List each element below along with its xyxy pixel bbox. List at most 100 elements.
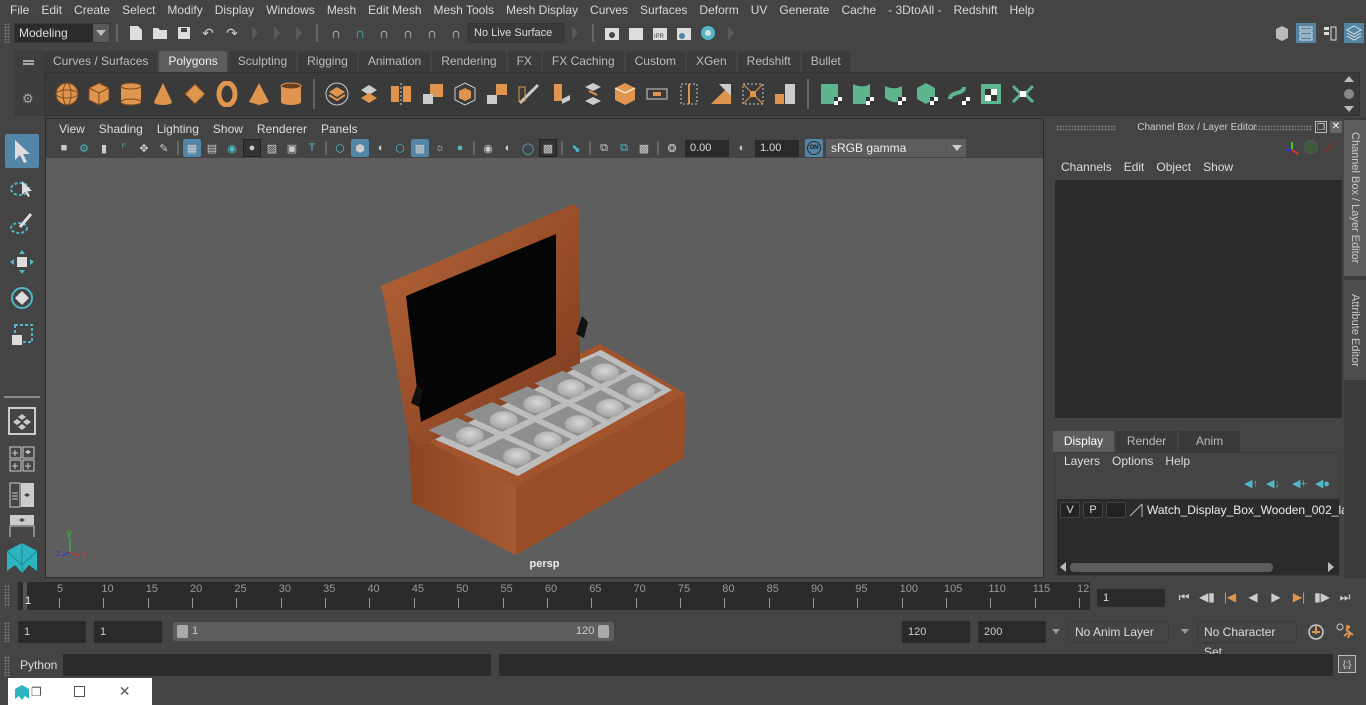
new-layer-from-selected-icon[interactable]: ◀● (1315, 477, 1330, 490)
side-tab-channel-box[interactable]: Channel Box / Layer Editor (1344, 120, 1366, 276)
automatic-mapping-icon[interactable] (913, 80, 941, 108)
scroll-thumb[interactable] (1344, 89, 1354, 99)
textured-icon[interactable]: ▩ (411, 139, 429, 157)
viewport-menu-renderer[interactable]: Renderer (250, 122, 314, 136)
scale-tool[interactable] (5, 318, 39, 352)
redo-icon[interactable]: ↷ (222, 23, 242, 43)
menu-mesh[interactable]: Mesh (321, 0, 362, 20)
rotate-tool[interactable] (5, 281, 39, 315)
extrude-icon[interactable] (547, 80, 575, 108)
time-slider[interactable]: 1 5 10 15 20 25 30 35 40 45 50 55 60 65 70 75 80 85 90 95 1… (18, 582, 1090, 610)
speed-icon[interactable] (1304, 140, 1318, 154)
shelf-tab-polygons[interactable]: Polygons (159, 51, 227, 72)
camera-attributes-icon[interactable]: ⚙ (75, 139, 93, 157)
menu-curves[interactable]: Curves (584, 0, 634, 20)
xray-joints-icon[interactable]: ⧉ (615, 139, 633, 157)
render-view-icon[interactable] (602, 23, 622, 43)
hypershade-icon[interactable] (698, 23, 718, 43)
live-surface-field[interactable]: No Live Surface (468, 23, 564, 43)
cylindrical-mapping-icon[interactable] (881, 80, 909, 108)
snap-grid-icon[interactable]: ∩ (326, 23, 346, 43)
modeling-toolkit-icon[interactable] (1272, 23, 1292, 43)
single-perspective-layout-icon[interactable] (5, 404, 39, 438)
new-layer-icon[interactable]: ◀+ (1292, 477, 1307, 490)
animation-start-field[interactable]: 1 (18, 621, 86, 643)
shelf-tab-bullet[interactable]: Bullet (801, 51, 850, 72)
channel-box-toggle-icon[interactable] (1344, 23, 1364, 43)
move-layer-up-icon[interactable]: ◀↑ (1244, 477, 1258, 490)
menu-mesh-display[interactable]: Mesh Display (500, 0, 584, 20)
range-start-handle[interactable] (177, 625, 188, 638)
animation-preferences-icon[interactable] (1334, 621, 1356, 643)
viewport-3d-scene[interactable] (46, 158, 1043, 577)
lasso-tool[interactable] (5, 171, 39, 205)
poly-cone-icon[interactable] (149, 80, 177, 108)
save-scene-icon[interactable] (174, 23, 194, 43)
snap-view-icon[interactable]: ∩ (398, 23, 418, 43)
screen-space-ao-icon[interactable]: ◉ (479, 139, 497, 157)
gate-mask-icon[interactable]: ● (243, 139, 261, 157)
viewport-menu-view[interactable]: View (52, 122, 92, 136)
shelf-tab-fx[interactable]: FX (507, 51, 541, 72)
separate-icon[interactable] (355, 80, 383, 108)
poly-plane-icon[interactable] (181, 80, 209, 108)
smooth-shade-icon[interactable]: ⬢ (351, 139, 369, 157)
paint-select-tool[interactable] (5, 207, 39, 241)
multi-cut-icon[interactable] (643, 80, 671, 108)
play-forwards-icon[interactable]: ▶ (1267, 588, 1285, 606)
drag-handle[interactable] (4, 585, 10, 607)
camera-select-icon[interactable]: ■ (55, 139, 73, 157)
auto-key-icon[interactable] (1306, 622, 1326, 642)
drag-handle[interactable] (4, 656, 10, 676)
hyperbolic-icon[interactable] (1322, 140, 1336, 154)
gear-icon[interactable]: ⚙ (22, 91, 34, 107)
wireframe-icon[interactable]: ⬡ (331, 139, 349, 157)
poly-cube-icon[interactable] (85, 80, 113, 108)
ipr-render-icon[interactable]: IPR (650, 23, 670, 43)
animation-end-field[interactable]: 200 (978, 621, 1046, 643)
playback-start-field[interactable]: 1 (94, 621, 162, 643)
outliner-layout-icon[interactable] (5, 478, 39, 512)
snap-surface-icon[interactable]: ∩ (422, 23, 442, 43)
menu-display[interactable]: Display (209, 0, 260, 20)
layer-visibility-toggle[interactable]: V (1060, 502, 1080, 518)
view-transform-dropdown[interactable]: sRGB gamma (826, 139, 966, 157)
move-tool[interactable] (5, 245, 39, 279)
wireframe-on-shaded-icon[interactable]: ◖ (371, 139, 389, 157)
command-input[interactable] (63, 654, 491, 676)
anti-aliasing-icon[interactable]: ◯ (519, 139, 537, 157)
scroll-thumb[interactable] (1070, 563, 1273, 572)
command-language-label[interactable]: Python (20, 658, 57, 672)
layer-menu-layers[interactable]: Layers (1058, 454, 1106, 472)
menu-edit[interactable]: Edit (35, 0, 68, 20)
motion-blur-icon[interactable]: ◐ (499, 139, 517, 157)
snap-curve-icon[interactable]: ∩ (350, 23, 370, 43)
exposure-icon[interactable]: ❂ (663, 139, 681, 157)
planar-mapping-icon[interactable] (849, 80, 877, 108)
xray-active-icon[interactable]: ▩ (635, 139, 653, 157)
channel-menu-edit[interactable]: Edit (1118, 160, 1151, 178)
manipulator-icon[interactable] (1284, 140, 1300, 156)
bookmark-icon[interactable]: ▮ (95, 139, 113, 157)
exposure-field[interactable]: 0.00 (685, 139, 729, 157)
layer-row[interactable]: V P Watch_Display_Box_Wooden_002_lay (1060, 501, 1354, 519)
menu-deform[interactable]: Deform (693, 0, 744, 20)
default-material-icon[interactable]: ⬡ (391, 139, 409, 157)
graph-layout-icon[interactable] (5, 513, 39, 537)
scroll-left-icon[interactable] (1060, 562, 1066, 572)
mode-selector[interactable]: Modeling (14, 23, 110, 43)
channel-menu-show[interactable]: Show (1197, 160, 1239, 178)
step-forward-key-icon[interactable]: ▶| (1290, 588, 1308, 606)
menu-edit-mesh[interactable]: Edit Mesh (362, 0, 427, 20)
menu-3dtoall[interactable]: - 3DtoAll - (882, 0, 947, 20)
layer-menu-help[interactable]: Help (1159, 454, 1196, 472)
smooth-icon[interactable] (419, 80, 447, 108)
shelf-tab-redshift[interactable]: Redshift (737, 51, 800, 72)
restore-icon[interactable]: ❐ (31, 685, 42, 699)
four-view-layout-icon[interactable] (5, 442, 39, 476)
bridge-icon[interactable] (579, 80, 607, 108)
layer-tab-display[interactable]: Display (1053, 431, 1114, 452)
gamma-field[interactable]: 1.00 (755, 139, 799, 157)
uv-layout-icon[interactable] (1009, 80, 1037, 108)
menu-select[interactable]: Select (116, 0, 161, 20)
